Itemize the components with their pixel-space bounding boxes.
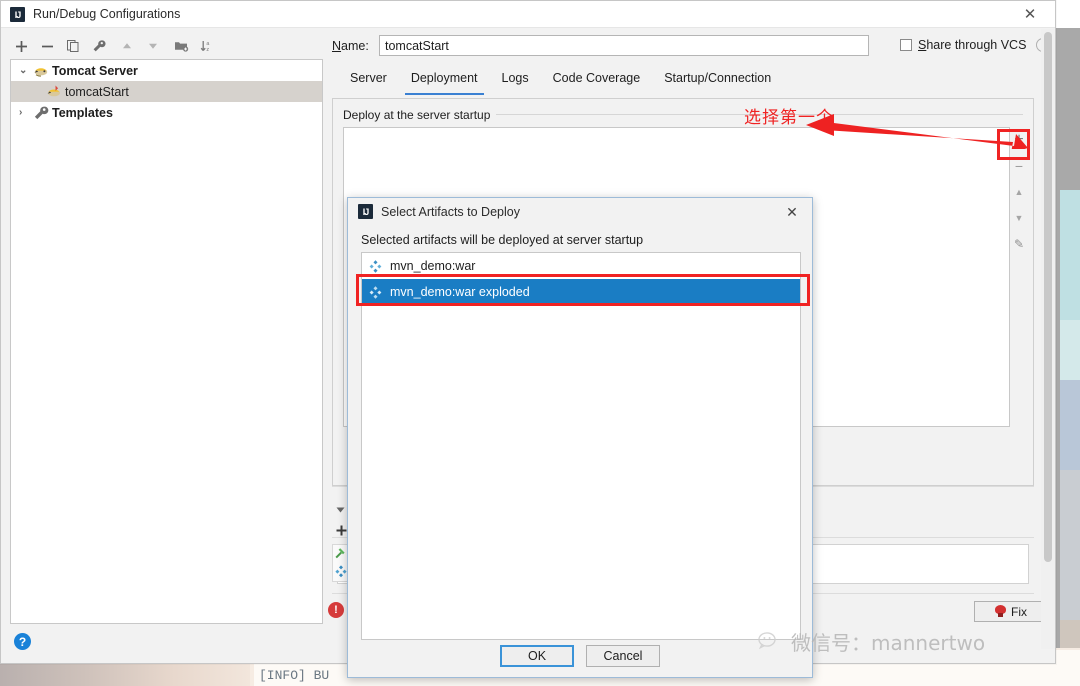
remove-configuration-button[interactable] [36,35,58,57]
window-title: Run/Debug Configurations [33,7,181,21]
ok-button[interactable]: OK [500,645,574,667]
edit-artifact-button[interactable]: ✎ [1009,231,1029,257]
scrollbar-thumb[interactable] [1044,32,1052,562]
move-down-button[interactable] [142,35,164,57]
add-configuration-button[interactable] [10,35,32,57]
dialog-buttons: OK Cancel [348,645,812,667]
dialog-titlebar: IJ Select Artifacts to Deploy ✕ [348,198,812,227]
lightbulb-icon [995,605,1006,618]
svg-text:z: z [206,47,209,53]
collapse-arrow-icon[interactable] [335,503,346,517]
edit-templates-button[interactable] [88,35,110,57]
share-through-vcs-row[interactable]: Share through VCS ? [900,38,1051,52]
cancel-button[interactable]: Cancel [586,645,660,667]
red-box-around-add-button [997,129,1030,160]
name-label: Name: [332,39,369,53]
close-icon[interactable]: ✕ [1019,5,1041,25]
tab-server[interactable]: Server [338,69,399,95]
artifacts-list[interactable]: mvn_demo:war mvn_demo:war exploded [361,252,801,640]
chevron-down-icon[interactable]: ⌄ [19,65,33,76]
ide-right-swatch [1060,380,1080,470]
tab-logs[interactable]: Logs [490,69,541,95]
wrench-icon [34,106,49,119]
copy-configuration-button[interactable] [62,35,84,57]
tree-item-label: Tomcat Server [52,63,138,78]
tree-item-tomcat-server[interactable]: ⌄ Tomcat Server [11,60,322,81]
configurations-toolbar: a z [10,33,320,59]
tree-item-label: tomcatStart [65,84,129,99]
window-scrollbar[interactable] [1041,29,1055,649]
ide-console-text: [INFO] BU [259,668,330,683]
share-vcs-label: Share through VCS [918,38,1027,52]
list-item-label: mvn_demo:war [390,259,476,273]
configuration-tabs[interactable]: Server Deployment Logs Code Coverage Sta… [338,69,1038,95]
ide-right-swatch [1060,470,1080,620]
error-icon: ! [328,602,344,618]
name-input[interactable] [379,35,869,56]
tomcat-run-icon [47,85,60,96]
ide-right-swatch [1060,30,1080,190]
dialog-description: Selected artifacts will be deployed at s… [361,233,644,247]
tree-item-templates[interactable]: › Templates [11,102,322,123]
sort-configurations-button[interactable]: a z [196,35,218,57]
tomcat-icon [34,67,48,77]
intellij-idea-icon: IJ [358,204,373,219]
red-box-around-selected-artifact [356,274,810,306]
ide-right-swatch [1060,190,1080,320]
window-titlebar: IJ Run/Debug Configurations ✕ [1,1,1055,28]
chevron-right-icon[interactable]: › [19,107,33,118]
move-into-folder-button[interactable] [170,35,192,57]
deploy-group-label: Deploy at the server startup [343,108,497,122]
tree-item-tomcatstart[interactable]: tomcatStart [11,81,322,102]
build-artifacts-icon [334,564,348,581]
fix-button[interactable]: Fix [974,601,1048,622]
intellij-idea-icon: IJ [10,7,25,22]
fix-button-label: Fix [1011,604,1027,619]
select-artifacts-dialog: IJ Select Artifacts to Deploy ✕ Selected… [347,197,813,678]
wechat-icon [758,631,776,649]
move-artifact-up-button[interactable]: ▲ [1009,179,1029,205]
dialog-title: Select Artifacts to Deploy [381,205,520,219]
ide-right-swatch [1060,320,1080,380]
red-arrow-annotation [806,114,1028,149]
watermark-text: 微信号：mannertwo [791,631,986,655]
tab-startup-connection[interactable]: Startup/Connection [652,69,783,95]
help-icon[interactable]: ? [14,633,31,650]
move-up-button[interactable] [116,35,138,57]
wechat-watermark: 微信号：mannertwo [758,627,985,656]
build-hammer-icon [334,546,348,563]
move-artifact-down-button[interactable]: ▼ [1009,205,1029,231]
artifact-icon [369,259,382,273]
tab-code-coverage[interactable]: Code Coverage [541,69,653,95]
close-icon[interactable]: ✕ [782,203,802,221]
tab-deployment[interactable]: Deployment [399,69,490,95]
configurations-tree[interactable]: ⌄ Tomcat Server tomcatStart › Templates [10,59,323,624]
share-vcs-checkbox[interactable] [900,39,912,51]
tree-item-label: Templates [52,105,113,120]
